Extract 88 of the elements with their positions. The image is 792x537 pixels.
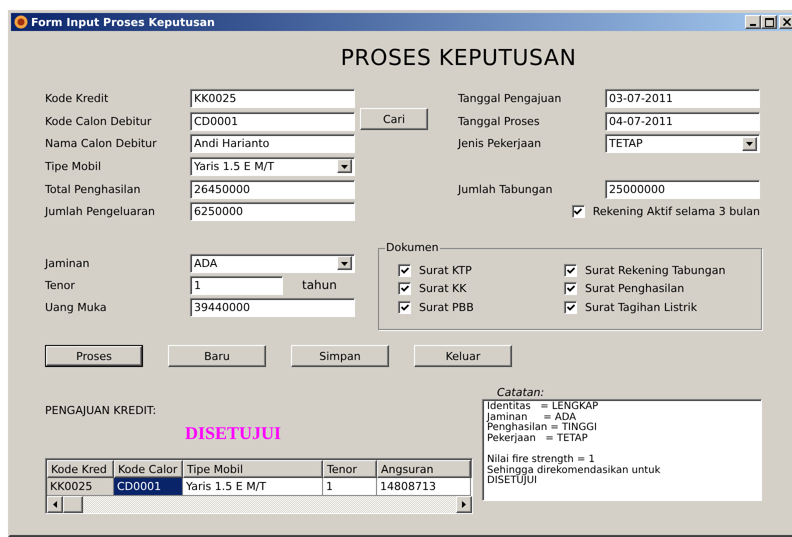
column-header[interactable]: Tenor (323, 460, 377, 478)
action-button[interactable]: Keluar (414, 345, 512, 368)
field-label: Jumlah Tabungan (458, 182, 554, 196)
checkbox-label[interactable]: Surat PBB (419, 300, 474, 314)
table-cell[interactable]: KK0025 (47, 478, 114, 496)
column-header[interactable]: Tipe Mobil (183, 460, 323, 478)
field-label: Tanggal Proses (458, 114, 541, 128)
checkbox[interactable] (398, 282, 411, 296)
caret-icon (340, 162, 349, 170)
dropdown-field[interactable]: TETAP (605, 134, 760, 154)
input-field[interactable]: 25000000 (605, 180, 760, 199)
checkbox-label[interactable]: Surat Rekening Tabungan (585, 264, 726, 277)
column-header[interactable]: Kode Calor (114, 460, 183, 478)
window-title: Form Input Proses Keputusan (31, 16, 216, 28)
input-field[interactable]: KK0025 (190, 88, 355, 108)
dropdown-field[interactable]: ADA (190, 254, 355, 273)
field-label: Kode Kredit (45, 92, 110, 105)
field-label: Tenor (45, 278, 76, 292)
input-field[interactable]: 03-07-2011 (605, 88, 760, 108)
caret-icon (51, 500, 59, 510)
app-icon (14, 15, 28, 29)
checkbox-label[interactable]: Surat KK (419, 282, 466, 296)
field-label: Jenis Pekerjaan (458, 137, 542, 150)
group-title: Dokumen (385, 241, 440, 254)
field-label: Nama Calon Debitur (45, 137, 158, 150)
search-button[interactable]: Cari (360, 108, 428, 130)
field-label: Tanggal Pengajuan (458, 92, 562, 105)
close-button[interactable] (779, 15, 792, 29)
checkbox-label[interactable]: Rekening Aktif selama 3 bulan (592, 205, 760, 218)
field-label: Jumlah Pengeluaran (45, 205, 156, 218)
checkbox-label[interactable]: Surat Tagihan Listrik (585, 300, 698, 314)
checkbox-label[interactable]: Surat Penghasilan (585, 282, 684, 296)
unit-label: tahun (302, 278, 337, 292)
column-header[interactable]: Angsuran (377, 460, 471, 478)
result-label: PENGAJUAN KREDIT: (45, 404, 156, 418)
horizontal-scrollbar[interactable] (47, 496, 472, 514)
checkbox[interactable] (564, 282, 577, 296)
checkbox[interactable] (398, 264, 411, 277)
checkbox[interactable] (572, 205, 585, 218)
check-icon (566, 304, 574, 311)
result-status: DISETUJUI (185, 423, 282, 444)
check-icon (566, 266, 574, 274)
field-label: Uang Muka (45, 300, 108, 314)
input-field[interactable]: 26450000 (190, 180, 355, 199)
input-field[interactable]: 6250000 (190, 202, 355, 222)
field-label: Tipe Mobil (45, 160, 102, 173)
check-icon (400, 304, 408, 311)
checkbox-label[interactable]: Surat KTP (419, 264, 472, 277)
action-button[interactable]: Simpan (291, 345, 389, 368)
input-field[interactable]: Andi Harianto (190, 134, 355, 154)
dropdown-field[interactable]: Yaris 1.5 E M/T (190, 156, 355, 176)
form-heading: PROSES KEPUTUSAN (340, 45, 578, 73)
input-field[interactable]: 39440000 (190, 298, 355, 317)
checkbox[interactable] (564, 264, 577, 277)
action-button[interactable]: Baru (168, 345, 266, 368)
dropdown-button[interactable] (337, 256, 352, 270)
maximize-button[interactable] (761, 15, 777, 29)
dropdown-button[interactable] (742, 136, 757, 151)
scroll-right-button[interactable] (456, 496, 472, 514)
title-bar[interactable]: Form Input Proses Keputusan (11, 13, 792, 31)
check-icon (574, 208, 582, 216)
action-button[interactable]: Proses (45, 345, 143, 368)
close-icon (783, 18, 791, 26)
scroll-thumb[interactable] (63, 496, 83, 514)
notes-box[interactable]: Identitas = LENGKAP Jaminan = ADA Penghasilan = TINGGI Pekerjaan = TETAP Nilai fire strength = 1 Sehingga direkomendasikan untuk DISETUJUI (482, 399, 762, 502)
check-icon (400, 285, 408, 292)
check-icon (566, 285, 574, 292)
field-label: Kode Calon Debitur (45, 114, 152, 128)
scroll-left-button[interactable] (47, 496, 63, 514)
input-field[interactable]: 1 (190, 276, 283, 295)
check-icon (400, 266, 408, 274)
notes-text: Nilai fire strength = 1 Sehingga direkomendasikan untuk DISETUJUI (487, 455, 662, 487)
table-cell[interactable]: CD0001 (114, 478, 183, 496)
notes-label: Catatan: (497, 386, 544, 400)
caret-icon (340, 260, 349, 267)
maximize-icon (764, 18, 774, 26)
dropdown-button[interactable] (337, 159, 352, 174)
minimize-button[interactable] (745, 15, 761, 29)
notes-text: Identitas = LENGKAP Jaminan = ADA Penghasilan = TINGGI Pekerjaan = TETAP (487, 402, 600, 444)
checkbox[interactable] (398, 300, 411, 314)
field-label: Jaminan (45, 256, 90, 270)
input-field[interactable]: 04-07-2011 (605, 112, 760, 131)
checkbox[interactable] (564, 300, 577, 314)
column-header[interactable]: Kode Kred (47, 460, 114, 478)
caret-icon (460, 500, 468, 510)
caret-icon (745, 140, 754, 148)
input-field[interactable]: CD0001 (190, 112, 355, 131)
field-label: Total Penghasilan (45, 182, 142, 196)
